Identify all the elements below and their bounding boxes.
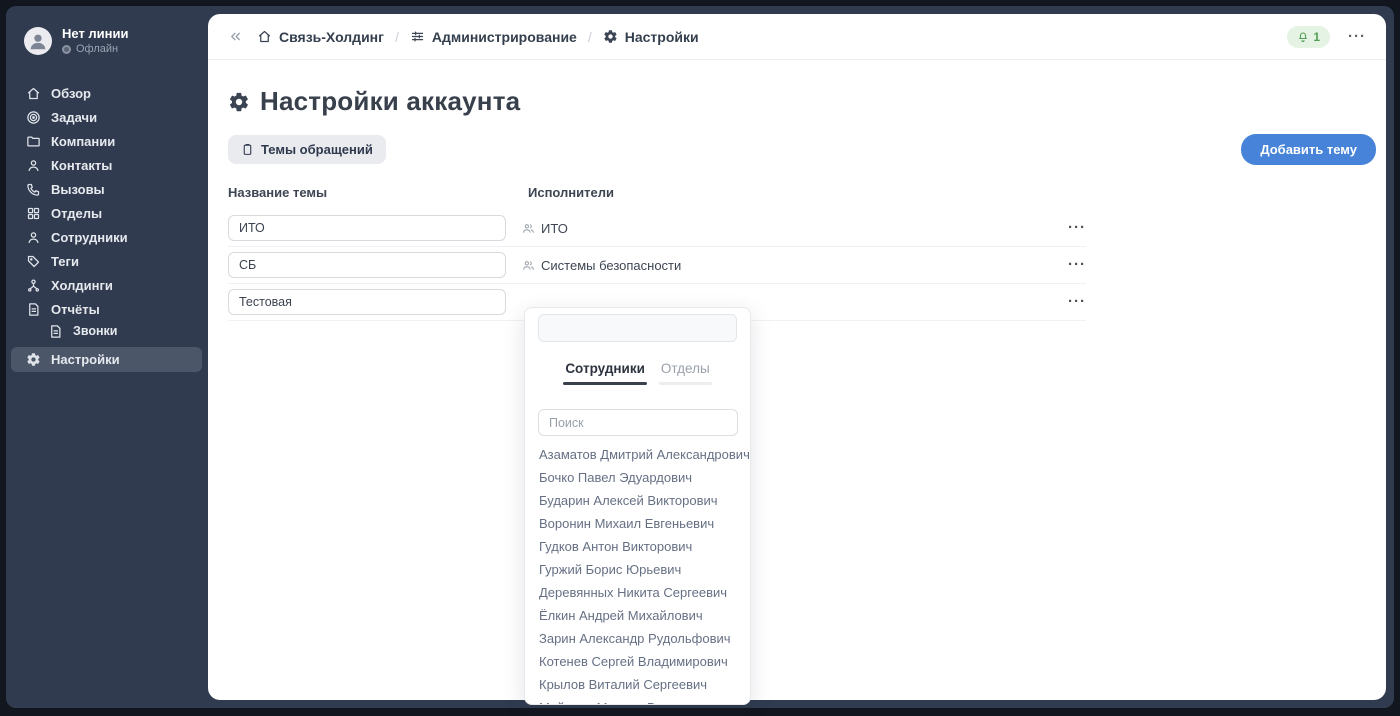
search-input[interactable] bbox=[538, 409, 738, 436]
phone-icon bbox=[25, 181, 41, 197]
topbar: Связь-Холдинг / Администрирование / Наст… bbox=[208, 14, 1386, 60]
employee-option[interactable]: Зарин Александр Рудольфович bbox=[525, 627, 750, 650]
avatar bbox=[24, 27, 52, 55]
main-card: Связь-Холдинг / Администрирование / Наст… bbox=[208, 14, 1386, 700]
column-header-topic-name: Название темы bbox=[228, 185, 506, 200]
page-title: Настройки аккаунта bbox=[228, 86, 1366, 117]
status-dot-icon bbox=[62, 45, 71, 54]
group-icon bbox=[522, 222, 535, 235]
org-network-icon bbox=[25, 277, 41, 293]
topbar-more-menu[interactable]: ··· bbox=[1348, 32, 1366, 42]
sidebar-item-overview[interactable]: Обзор bbox=[6, 81, 208, 105]
home-icon bbox=[25, 85, 41, 101]
table-header: Название темы Исполнители bbox=[228, 185, 1086, 200]
tab-employees[interactable]: Сотрудники bbox=[565, 361, 645, 385]
add-topic-button[interactable]: Добавить тему bbox=[1241, 134, 1376, 165]
employee-option[interactable]: Азаматов Дмитрий Александрович bbox=[525, 443, 750, 466]
employee-option[interactable]: Гуржий Борис Юрьевич bbox=[525, 558, 750, 581]
executors-cell[interactable]: Системы безопасности bbox=[522, 258, 1068, 273]
page-content: Настройки аккаунта Темы обращений Добави… bbox=[208, 86, 1386, 321]
sidebar-item-holdings[interactable]: Холдинги bbox=[6, 273, 208, 297]
sidebar-item-reports[interactable]: Отчёты bbox=[6, 297, 208, 321]
row-more-menu[interactable]: ··· bbox=[1068, 223, 1086, 233]
assignee-select-input[interactable] bbox=[538, 314, 737, 342]
tag-icon bbox=[25, 253, 41, 269]
sidebar-nav: Обзор Задачи Компании Контакты Вызовы От… bbox=[6, 81, 208, 372]
sidebar: Нет линии Офлайн Обзор Задачи Компании bbox=[6, 6, 208, 708]
topic-name-input[interactable] bbox=[228, 252, 506, 278]
breadcrumb: Связь-Холдинг / Администрирование / Наст… bbox=[257, 29, 699, 45]
bell-icon bbox=[1297, 31, 1309, 43]
breadcrumb-item-holding[interactable]: Связь-Холдинг bbox=[257, 29, 384, 45]
sidebar-item-settings[interactable]: Настройки bbox=[11, 347, 202, 372]
sidebar-item-departments[interactable]: Отделы bbox=[6, 201, 208, 225]
executors-cell[interactable]: ИТО bbox=[522, 221, 1068, 236]
notification-badge[interactable]: 1 bbox=[1287, 26, 1330, 48]
collapse-sidebar-icon[interactable] bbox=[228, 29, 243, 44]
employee-option[interactable]: Майоров Максим Владимирович bbox=[525, 696, 750, 705]
executor-picker-popup: Сотрудники Отделы Азаматов Дмитрий Алекс… bbox=[524, 307, 751, 705]
row-more-menu[interactable]: ··· bbox=[1068, 297, 1086, 307]
gear-icon bbox=[25, 352, 41, 368]
employee-option[interactable]: Бударин Алексей Викторович bbox=[525, 489, 750, 512]
app-window: Нет линии Офлайн Обзор Задачи Компании bbox=[6, 6, 1394, 708]
user-status: Офлайн bbox=[76, 43, 118, 55]
employee-list: Азаматов Дмитрий Александрович Бочко Пав… bbox=[525, 443, 750, 705]
sidebar-item-tags[interactable]: Теги bbox=[6, 249, 208, 273]
person-icon bbox=[25, 229, 41, 245]
table-row: Системы безопасности ··· bbox=[228, 247, 1086, 284]
home-icon bbox=[257, 29, 272, 44]
breadcrumb-item-settings[interactable]: Настройки bbox=[603, 29, 699, 45]
employee-option[interactable]: Бочко Павел Эдуардович bbox=[525, 466, 750, 489]
employee-option[interactable]: Гудков Антон Викторович bbox=[525, 535, 750, 558]
sidebar-item-contacts[interactable]: Контакты bbox=[6, 153, 208, 177]
sliders-icon bbox=[410, 29, 425, 44]
employee-option[interactable]: Воронин Михаил Евгеньевич bbox=[525, 512, 750, 535]
folder-icon bbox=[25, 133, 41, 149]
clipboard-icon bbox=[241, 143, 254, 156]
breadcrumb-separator: / bbox=[588, 29, 592, 45]
target-icon bbox=[25, 109, 41, 125]
row-more-menu[interactable]: ··· bbox=[1068, 260, 1086, 270]
picker-tabs: Сотрудники Отделы bbox=[525, 361, 750, 385]
table-row: ИТО ··· bbox=[228, 210, 1086, 247]
topic-name-input[interactable] bbox=[228, 289, 506, 315]
employee-option[interactable]: Ёлкин Андрей Михайлович bbox=[525, 604, 750, 627]
breadcrumb-item-administration[interactable]: Администрирование bbox=[410, 29, 577, 45]
sidebar-item-reports-calls[interactable]: Звонки bbox=[6, 321, 208, 341]
document-icon bbox=[25, 301, 41, 317]
sidebar-item-calls[interactable]: Вызовы bbox=[6, 177, 208, 201]
user-block[interactable]: Нет линии Офлайн bbox=[6, 22, 208, 65]
sidebar-item-employees[interactable]: Сотрудники bbox=[6, 225, 208, 249]
tab-departments[interactable]: Отделы bbox=[661, 361, 710, 385]
user-name: Нет линии bbox=[62, 26, 129, 41]
tab-topics-chip[interactable]: Темы обращений bbox=[228, 135, 386, 164]
person-icon bbox=[25, 157, 41, 173]
sidebar-item-tasks[interactable]: Задачи bbox=[6, 105, 208, 129]
column-header-executors: Исполнители bbox=[522, 185, 614, 200]
topic-name-input[interactable] bbox=[228, 215, 506, 241]
group-icon bbox=[522, 259, 535, 272]
grid-icon bbox=[25, 205, 41, 221]
employee-option[interactable]: Крылов Виталий Сергеевич bbox=[525, 673, 750, 696]
topics-table: Название темы Исполнители ИТО ··· Сис bbox=[228, 185, 1086, 321]
gear-icon bbox=[603, 29, 618, 44]
employee-option[interactable]: Деревянных Никита Сергеевич bbox=[525, 581, 750, 604]
sidebar-item-companies[interactable]: Компании bbox=[6, 129, 208, 153]
gear-icon bbox=[228, 91, 250, 113]
tabs-bar: Темы обращений Добавить тему bbox=[228, 134, 1366, 165]
employee-option[interactable]: Котенев Сергей Владимирович bbox=[525, 650, 750, 673]
breadcrumb-separator: / bbox=[395, 29, 399, 45]
notification-count: 1 bbox=[1313, 30, 1320, 44]
document-icon bbox=[47, 323, 63, 339]
